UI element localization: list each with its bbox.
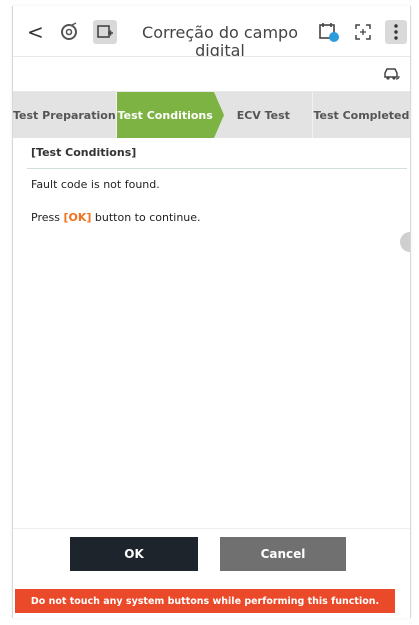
disc-icon [61,22,77,40]
fault-message: Fault code is not found. [31,178,160,191]
ok-key-label: [OK] [63,211,92,224]
top-toolbar: < Correção do campo digital [13,6,410,60]
title-line-1: Correção do campo [142,23,298,42]
more-button[interactable] [385,20,407,44]
continue-suffix: button to continue. [91,211,201,224]
warning-banner: Do not touch any system buttons while pe… [15,589,395,613]
diagnostic-app: < Correção do campo digital Test Prepara… [12,6,411,618]
step-label: ECV Test [236,108,290,122]
step-ecv-test: ECV Test [213,92,312,138]
cancel-button-label: Cancel [260,547,306,561]
ok-button-label: OK [124,547,144,561]
step-test-completed: Test Completed [311,92,410,138]
section-divider [27,168,407,169]
disc-button[interactable] [57,20,81,44]
more-vert-icon [394,24,398,40]
ok-button[interactable]: OK [70,537,198,571]
step-test-preparation: Test Preparation [13,92,116,138]
car-icon[interactable] [382,64,402,84]
cancel-button[interactable]: Cancel [220,537,346,571]
image-plus-icon [97,25,113,38]
step-label: Test Conditions [117,108,213,122]
step-label: Test Preparation [13,108,116,122]
fullscreen-icon [355,24,371,40]
fullscreen-button[interactable] [351,20,375,44]
back-button[interactable]: < [27,20,44,44]
continue-prefix: Press [31,211,64,224]
warning-text: Do not touch any system buttons while pe… [30,595,380,607]
step-tabs: Test Preparation Test Conditions ECV Tes… [13,92,410,138]
image-plus-button[interactable] [93,20,117,44]
step-label: Test Completed [313,108,410,122]
continue-message: Press [OK] button to continue. [31,211,201,224]
back-icon: < [27,20,44,44]
side-drawer-handle[interactable] [400,232,410,252]
vehicle-strip [13,56,410,92]
step-test-conditions: Test Conditions [115,92,224,138]
section-title: [Test Conditions] [31,146,137,159]
calendar-badge-icon [319,23,339,42]
calendar-button[interactable] [317,20,341,44]
